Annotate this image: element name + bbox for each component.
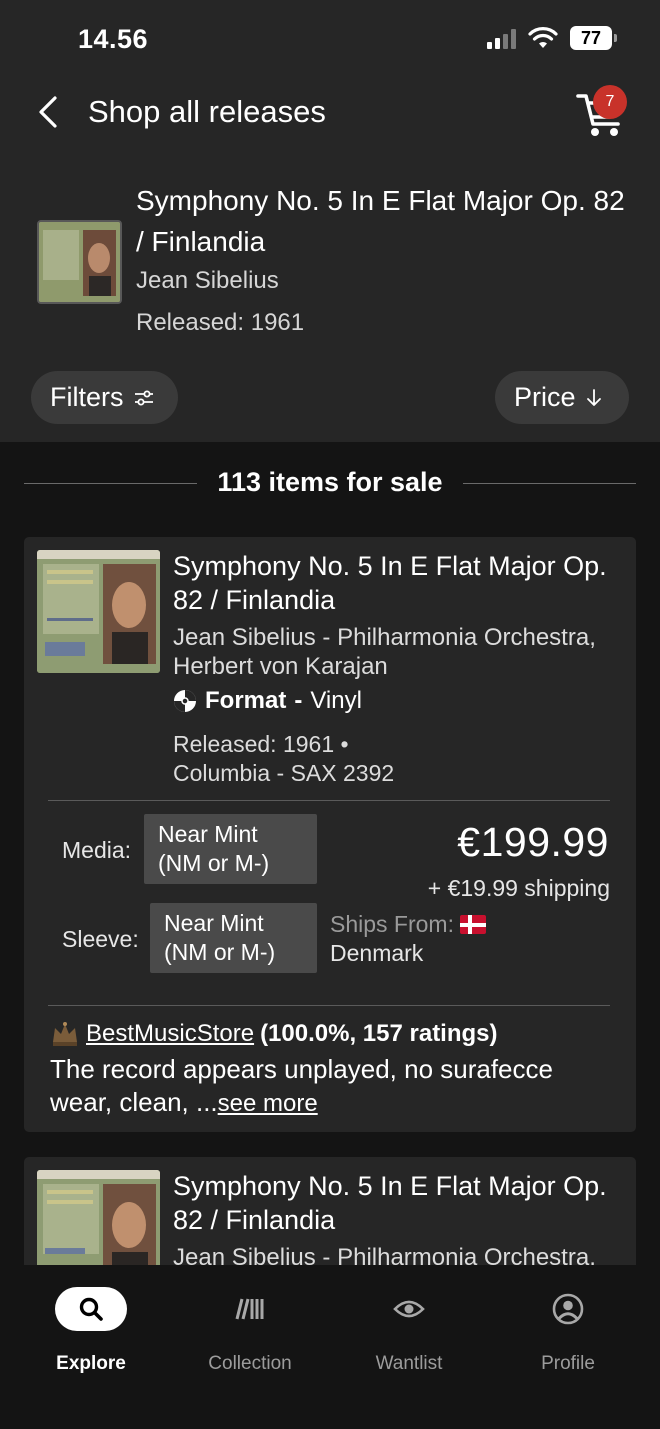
listing-cover-image xyxy=(37,1170,160,1265)
vinyl-record-icon xyxy=(174,690,196,712)
battery-icon: 77 xyxy=(570,26,617,50)
seller-rating: (100.0%, 157 ratings) xyxy=(260,1020,498,1047)
release-cover-image xyxy=(37,220,122,304)
format-value: Vinyl xyxy=(310,687,362,714)
listing-format: Format - Vinyl xyxy=(173,687,362,715)
ships-from-country: Denmark xyxy=(330,940,424,966)
arrow-down-icon xyxy=(586,388,601,406)
nav-profile[interactable]: Profile xyxy=(488,1265,648,1375)
sliders-icon xyxy=(134,390,153,405)
listing-card[interactable]: Symphony No. 5 In E Flat Major Op. 82 / … xyxy=(24,1157,636,1265)
listing-label-catno: Columbia - SAX 2392 xyxy=(173,760,395,786)
listing-title[interactable]: Symphony No. 5 In E Flat Major Op. 82 / … xyxy=(173,549,628,617)
nav-explore-pill xyxy=(55,1287,127,1331)
listing-artist: Jean Sibelius - Philharmonia Orchestra, … xyxy=(173,624,596,680)
ships-from: Ships From: Denmark xyxy=(330,910,486,968)
format-label: Format xyxy=(205,687,287,714)
sort-label: Price xyxy=(514,382,576,412)
listing-comment: The record appears unplayed, no surafecc… xyxy=(50,1053,620,1120)
collection-icon xyxy=(235,1298,264,1320)
nav-wantlist[interactable]: Wantlist xyxy=(329,1265,489,1375)
page-title: Shop all releases xyxy=(88,94,326,129)
filters-label: Filters xyxy=(50,382,124,412)
nav-explore-label: Explore xyxy=(56,1353,126,1374)
media-condition: Near Mint (NM or M-) xyxy=(144,814,317,884)
ships-from-label: Ships From: xyxy=(330,911,454,937)
signal-icon xyxy=(487,27,516,49)
header-area: 14.56 77 Shop all releases 7 Symphony No… xyxy=(0,0,660,442)
filters-button[interactable]: Filters xyxy=(31,371,178,424)
sleeve-label: Sleeve: xyxy=(62,926,139,952)
nav-collection[interactable]: Collection xyxy=(170,1265,330,1375)
sort-price-button[interactable]: Price xyxy=(495,371,629,424)
see-more-link[interactable]: see more xyxy=(218,1090,318,1117)
card-divider xyxy=(48,800,610,801)
seller-crown-icon xyxy=(53,1022,77,1046)
nav-explore[interactable]: Explore xyxy=(11,1265,171,1375)
release-title: Symphony No. 5 In E Flat Major Op. 82 / … xyxy=(136,185,625,257)
listing-cover-image xyxy=(37,550,160,673)
listing-release-info: Released: 1961 • Columbia - SAX 2392 xyxy=(173,730,473,788)
chevron-left-icon xyxy=(39,96,57,128)
eye-icon xyxy=(393,1300,425,1318)
search-icon xyxy=(79,1297,103,1321)
seller-info: BestMusicStore (100.0%, 157 ratings) xyxy=(50,1020,498,1048)
profile-icon xyxy=(552,1293,584,1325)
divider-right xyxy=(463,483,636,484)
status-icons: 77 xyxy=(487,26,617,50)
wifi-icon xyxy=(528,27,558,48)
listing-card[interactable]: Symphony No. 5 In E Flat Major Op. 82 / … xyxy=(24,537,636,1132)
format-separator: - xyxy=(294,687,303,714)
listing-released: Released: 1961 • xyxy=(173,731,349,757)
status-time: 14.56 xyxy=(78,24,149,54)
back-button[interactable] xyxy=(30,92,66,132)
listing-shipping: + €19.99 shipping xyxy=(427,875,610,901)
media-label: Media: xyxy=(62,837,132,863)
listing-artist: Jean Sibelius - Philharmonia Orchestra, xyxy=(173,1244,596,1265)
release-artist: Jean Sibelius xyxy=(136,267,279,294)
denmark-flag-icon xyxy=(459,915,486,934)
seller-link[interactable]: BestMusicStore xyxy=(86,1020,254,1048)
nav-collection-label: Collection xyxy=(208,1353,292,1374)
cart-count-badge: 7 xyxy=(593,85,627,119)
sleeve-condition: Near Mint (NM or M-) xyxy=(150,903,317,973)
bottom-navigation: Explore Collection Wantlist Profile xyxy=(0,1265,660,1429)
release-year: Released: 1961 xyxy=(136,309,305,336)
nav-profile-label: Profile xyxy=(541,1353,595,1374)
nav-wantlist-label: Wantlist xyxy=(375,1353,443,1374)
listing-title[interactable]: Symphony No. 5 In E Flat Major Op. 82 / … xyxy=(173,1169,628,1237)
card-divider xyxy=(48,1005,610,1006)
listing-price: €199.99 xyxy=(457,819,609,865)
